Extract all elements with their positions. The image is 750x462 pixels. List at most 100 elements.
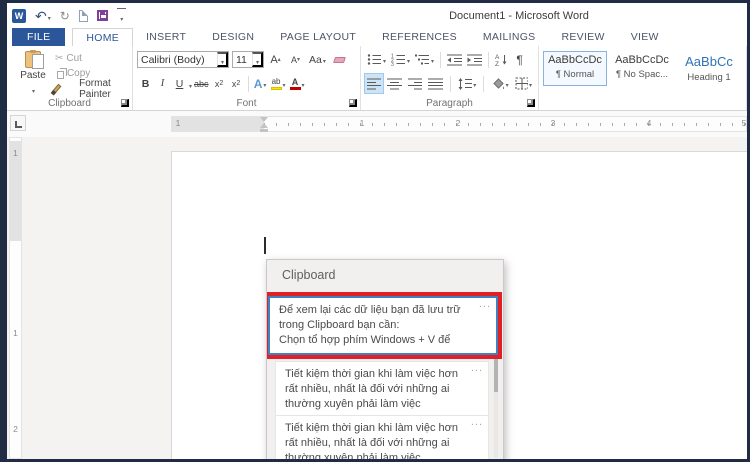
numbering-button[interactable]: 123 <box>389 50 412 69</box>
clipboard-item-2[interactable]: Tiết kiệm thời gian khi làm việc hơn rất… <box>275 361 489 418</box>
ruler-number: 1 <box>13 328 18 338</box>
clipboard-dialog-launcher[interactable] <box>121 99 129 107</box>
change-case-label: Aa <box>309 53 322 66</box>
font-size-dropdown[interactable] <box>252 52 263 67</box>
font-color-button[interactable]: A <box>288 74 307 93</box>
horizontal-ruler: 1 1 2 3 4 5 <box>171 116 747 132</box>
bullets-button[interactable] <box>365 50 388 69</box>
shading-button[interactable] <box>489 74 510 93</box>
tab-mailings[interactable]: MAILINGS <box>470 28 549 46</box>
tab-view[interactable]: VIEW <box>618 28 672 46</box>
justify-button[interactable] <box>426 74 444 93</box>
borders-button[interactable] <box>513 74 534 93</box>
tab-review[interactable]: REVIEW <box>548 28 617 46</box>
show-hide-marks-button[interactable]: ¶ <box>511 50 528 69</box>
document-area: 1 1 2 Clipboard Để xem lại các dữ liệu b… <box>7 137 747 459</box>
strikethrough-button[interactable]: abc <box>192 74 211 93</box>
tab-stop-selector[interactable] <box>10 115 26 131</box>
align-right-button[interactable] <box>406 74 424 93</box>
format-painter-button[interactable]: Format Painter <box>52 78 128 100</box>
tab-file[interactable]: FILE <box>12 28 66 46</box>
align-left-button[interactable] <box>363 73 385 94</box>
new-document-button[interactable] <box>78 9 88 22</box>
ruler-bar: 1 1 2 3 4 5 <box>7 111 747 137</box>
first-line-indent-marker[interactable] <box>260 117 268 122</box>
window-body: W ↶ ↻ Document1 - Microsoft Word FILE HO… <box>7 3 747 459</box>
align-left-icon <box>367 78 382 90</box>
paste-label: Paste <box>20 70 46 81</box>
italic-button[interactable]: I <box>154 74 171 93</box>
item-menu-button[interactable]: ... <box>471 416 483 428</box>
style-name: ¶ No Spac... <box>615 69 669 80</box>
ribbon: Paste ✂ Cut Copy Format Painter Clipboar… <box>7 46 747 111</box>
sort-icon: A Z <box>495 54 507 66</box>
chevron-down-icon <box>32 81 35 96</box>
selected-item-border: Để xem lại các dữ liệu bạn đã lưu trữ tr… <box>268 296 498 355</box>
text-highlight-button[interactable]: ab <box>269 74 288 93</box>
align-center-button[interactable] <box>385 74 403 93</box>
left-indent-marker[interactable] <box>260 129 268 132</box>
ruler-number: 5 <box>741 118 747 128</box>
style-no-spacing[interactable]: AaBbCcDc ¶ No Spac... <box>610 51 674 86</box>
ruler-number: 1 <box>175 118 181 128</box>
divider <box>483 75 485 92</box>
styles-gallery: AaBbCcDc ¶ Normal AaBbCcDc ¶ No Spac... … <box>543 49 742 86</box>
superscript-button[interactable]: x2 <box>228 74 245 93</box>
font-name-dropdown[interactable] <box>217 52 228 67</box>
cut-button[interactable]: ✂ Cut <box>55 51 128 66</box>
multilevel-list-button[interactable] <box>413 50 436 69</box>
word-logo-icon[interactable]: W <box>12 8 26 23</box>
vertical-ruler: 1 1 2 <box>9 137 22 459</box>
tab-insert[interactable]: INSERT <box>133 28 199 46</box>
undo-button[interactable]: ↶ <box>35 8 51 23</box>
tab-references[interactable]: REFERENCES <box>369 28 470 46</box>
undo-icon: ↶ <box>35 7 47 24</box>
style-heading-1[interactable]: AaBbCc Heading 1 <box>677 51 741 86</box>
font-name-combobox[interactable]: Calibri (Body) <box>137 51 229 68</box>
tab-design[interactable]: DESIGN <box>199 28 267 46</box>
chevron-down-icon <box>302 78 305 90</box>
redo-button[interactable]: ↻ <box>60 10 70 22</box>
customize-qat-button[interactable] <box>116 7 126 24</box>
highlighter-icon: ab <box>270 77 282 90</box>
clipboard-item-1[interactable]: Để xem lại các dữ liệu bạn đã lưu trữ tr… <box>270 298 496 353</box>
format-painter-label: Format Painter <box>79 77 111 100</box>
text-effects-button[interactable]: A <box>252 74 269 93</box>
change-case-button[interactable]: Aa <box>307 50 328 69</box>
save-button[interactable] <box>96 10 108 21</box>
shrink-font-button[interactable]: A <box>287 50 304 69</box>
clipboard-item-text: thường xuyên phải làm việc <box>285 452 421 459</box>
clipboard-item-text: thường xuyên phải làm việc <box>285 398 421 410</box>
item-menu-button[interactable]: ... <box>471 362 483 374</box>
tab-home[interactable]: HOME <box>72 28 134 46</box>
clear-formatting-button[interactable] <box>331 50 348 69</box>
line-spacing-button[interactable] <box>456 74 478 93</box>
sort-button[interactable]: A Z <box>493 50 510 69</box>
bold-button[interactable]: B <box>137 74 154 93</box>
ruler-number: 1 <box>359 118 365 128</box>
subscript-button[interactable]: x2 <box>211 74 228 93</box>
style-sample: AaBbCc <box>685 54 733 69</box>
superscript-mark: 2 <box>236 80 241 87</box>
increase-indent-button[interactable] <box>465 50 484 69</box>
paragraph-dialog-launcher[interactable] <box>527 99 535 107</box>
style-normal[interactable]: AaBbCcDc ¶ Normal <box>543 51 607 86</box>
style-heading-2[interactable]: AaBb Head <box>744 51 746 86</box>
styles-group: AaBbCcDc ¶ Normal AaBbCcDc ¶ No Spac... … <box>539 46 747 110</box>
decrease-indent-button[interactable] <box>445 50 464 69</box>
font-size-combobox[interactable]: 11 <box>232 51 264 68</box>
divider <box>449 75 451 92</box>
divider <box>488 51 490 68</box>
item-menu-button[interactable]: ... <box>479 298 491 310</box>
font-dialog-launcher[interactable] <box>349 99 357 107</box>
clipboard-item-text: Tiết kiệm thời gian khi làm việc hơn <box>285 422 458 434</box>
grow-font-button[interactable]: A <box>267 50 284 69</box>
tab-page-layout[interactable]: PAGE LAYOUT <box>267 28 369 46</box>
underline-button[interactable]: U <box>171 74 188 93</box>
hanging-indent-marker[interactable] <box>260 123 268 128</box>
font-group-label: Font <box>236 98 257 109</box>
clipboard-item-3[interactable]: Tiết kiệm thời gian khi làm việc hơn rất… <box>275 415 489 459</box>
clipboard-group-label: Clipboard <box>48 98 91 109</box>
paste-button[interactable]: Paste <box>11 49 55 96</box>
font-color-icon: A <box>289 77 301 90</box>
